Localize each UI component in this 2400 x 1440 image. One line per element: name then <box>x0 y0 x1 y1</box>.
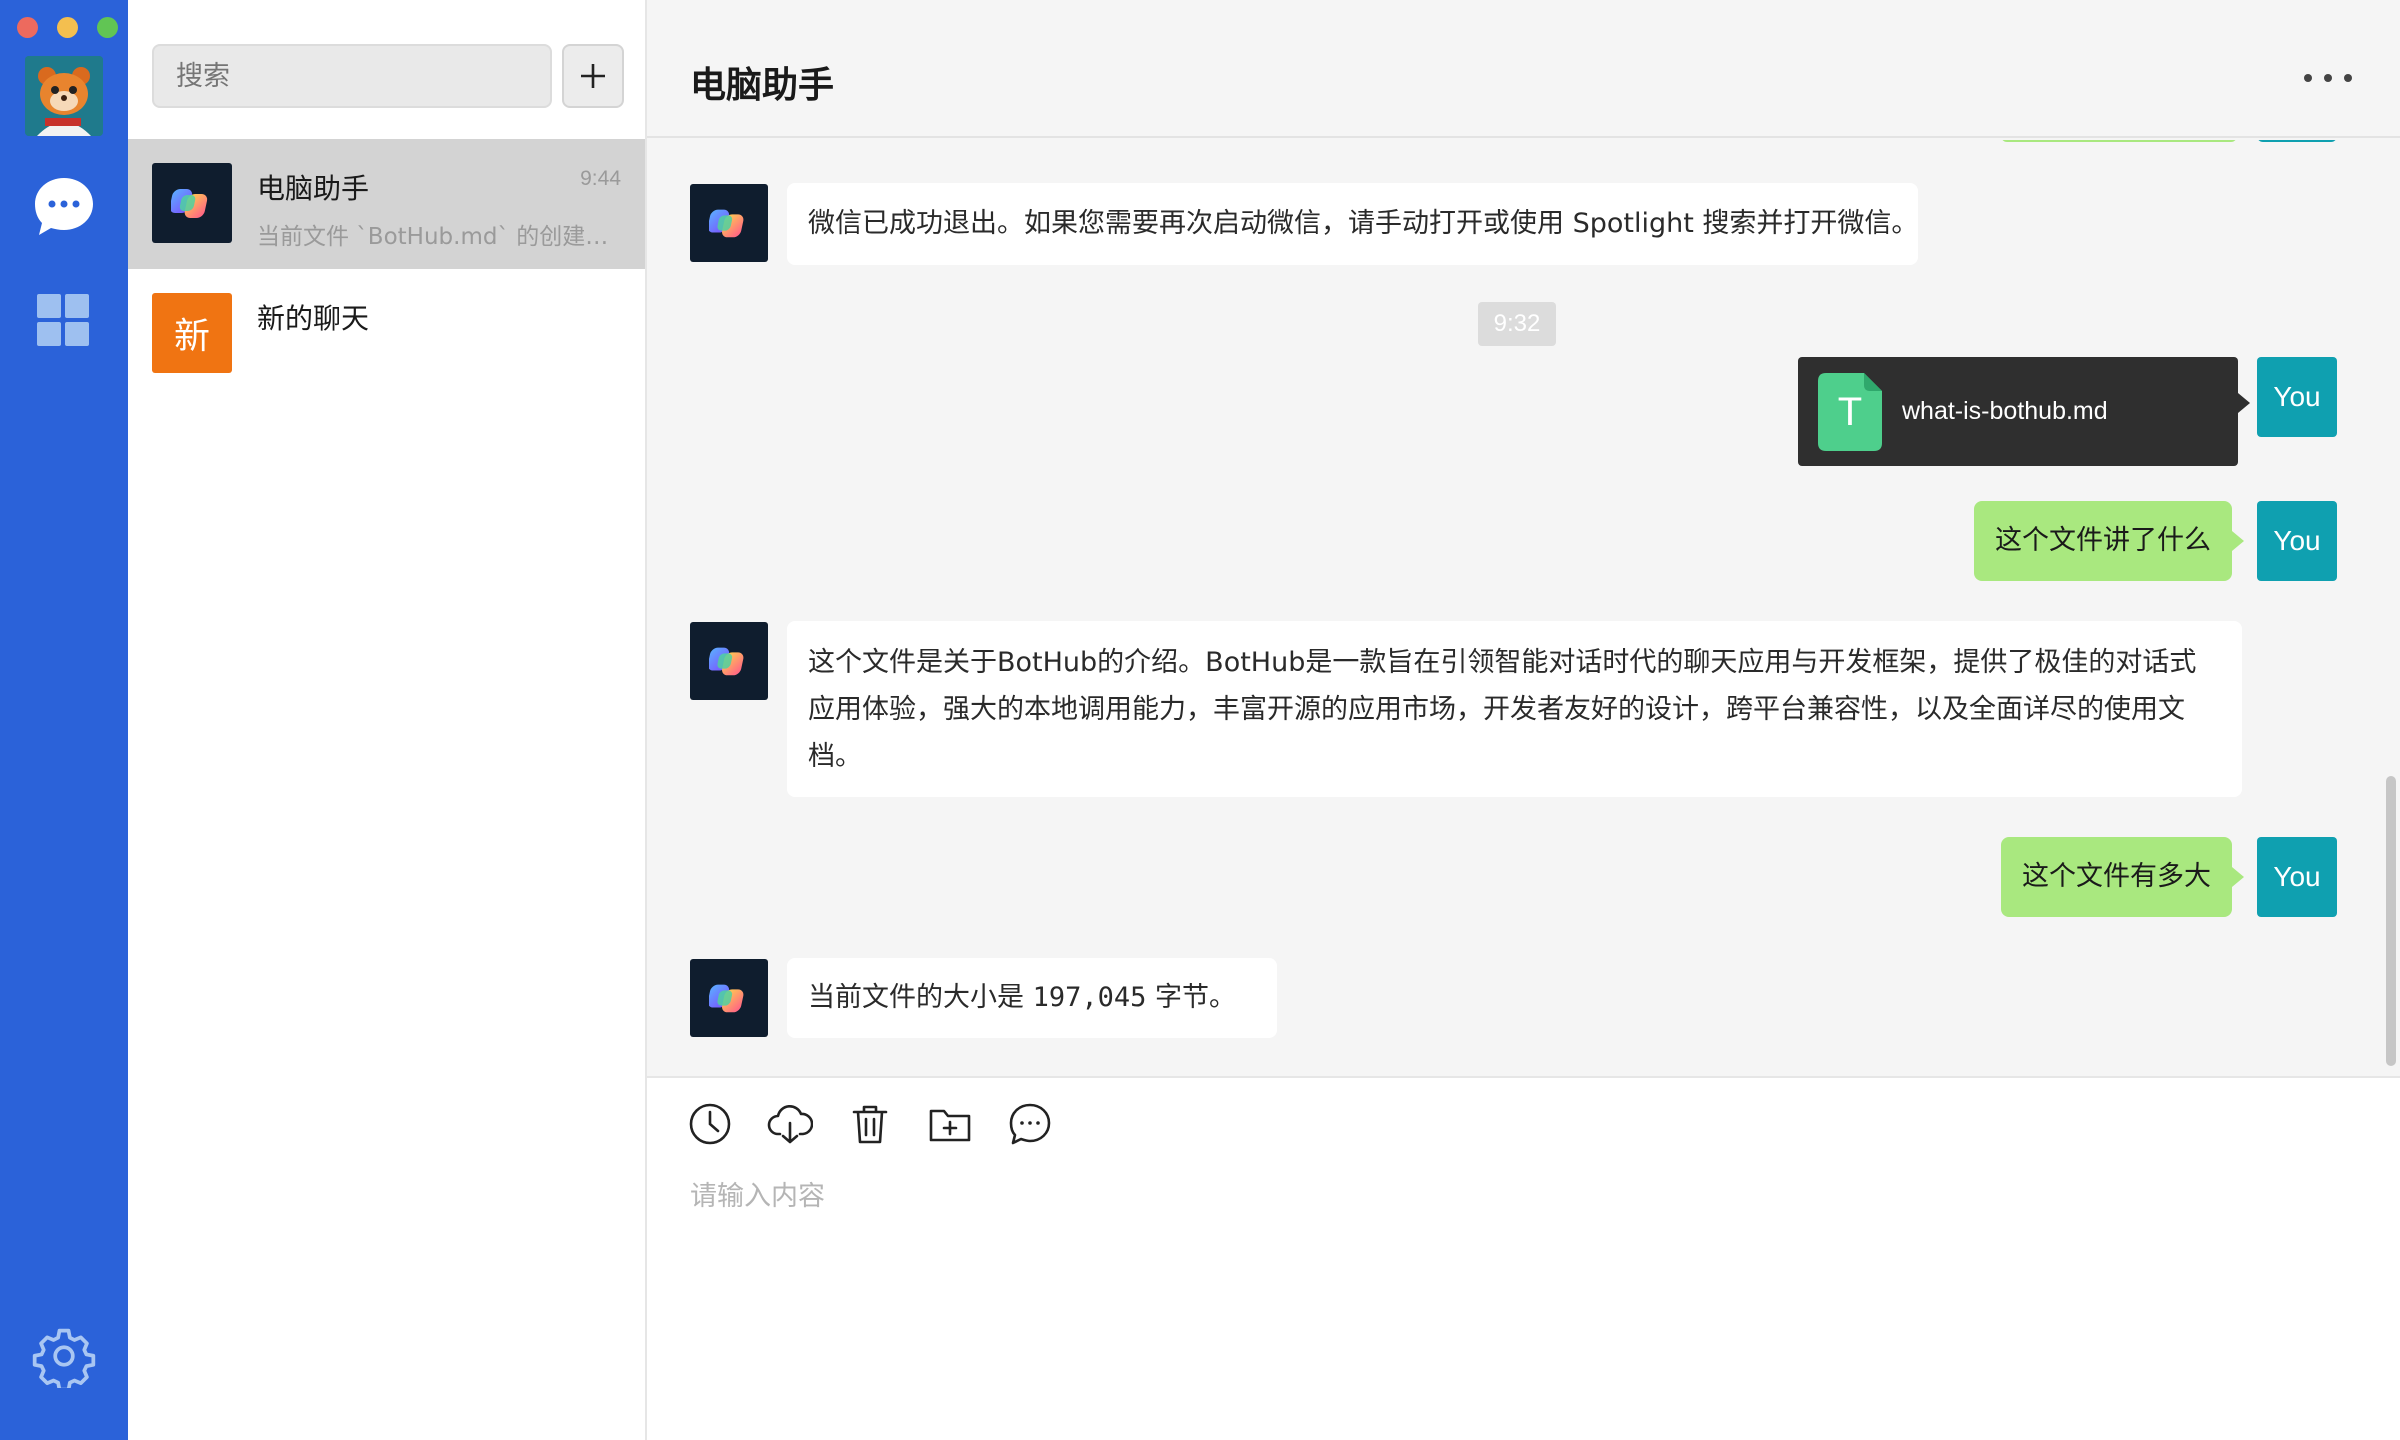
chat-title: 电脑助手 <box>690 65 835 106</box>
chat-bubble-icon[interactable] <box>1007 1101 1053 1147</box>
cloud-download-icon[interactable] <box>767 1101 813 1147</box>
user-message: 这个文件讲了什么 <box>1974 501 2244 581</box>
copilot-logo-icon <box>709 209 744 238</box>
you-avatar: You <box>2257 357 2337 437</box>
bot-message: 微信已成功退出。如果您需要再次启动微信，请手动打开或使用 Spotlight 搜… <box>787 183 1918 265</box>
conversation-item-computer-assistant[interactable]: 电脑助手 9:44 当前文件 `BotHub.md` 的创建… <box>128 139 645 269</box>
more-options-button[interactable] <box>2304 68 2352 88</box>
chat-pane: 电脑助手 微信已成功退出。如果您需要再次启动微信，请手动打开或使用 Spotli… <box>647 0 2400 1440</box>
new-chat-avatar: 新 <box>152 293 232 373</box>
you-avatar: You <box>2257 501 2337 581</box>
search-input[interactable] <box>152 44 552 108</box>
file-letter: T <box>1837 389 1863 434</box>
zoom-window-button[interactable] <box>97 17 118 38</box>
composer <box>647 1076 2400 1440</box>
bot-avatar <box>152 163 232 243</box>
message-text: 字节。 <box>1146 982 1236 1013</box>
bot-message: 这个文件是关于BotHub的介绍。BotHub是一款旨在引领智能对话时代的聊天应… <box>787 621 2242 797</box>
bot-avatar <box>690 959 768 1037</box>
apps-grid-icon[interactable] <box>35 292 91 348</box>
close-window-button[interactable] <box>17 17 38 38</box>
previous-user-bubble <box>2001 140 2237 142</box>
previous-you-avatar <box>2257 140 2337 142</box>
file-attachment-card[interactable]: T what-is-bothub.md <box>1798 357 2250 466</box>
trash-icon[interactable] <box>847 1101 893 1147</box>
message-timestamp: 9:32 <box>1478 302 1556 346</box>
conversation-title: 电脑助手 <box>257 172 370 205</box>
file-name: what-is-bothub.md <box>1902 397 2108 425</box>
more-dot-icon <box>2304 74 2312 82</box>
bot-avatar <box>690 622 768 700</box>
app-window: 电脑助手 9:44 当前文件 `BotHub.md` 的创建… 新 新的聊天 电… <box>0 0 2400 1440</box>
user-message: 这个文件有多大 <box>2001 837 2244 917</box>
conversation-preview: 当前文件 `BotHub.md` 的创建… <box>257 224 609 250</box>
settings-gear-icon[interactable] <box>32 1324 96 1392</box>
chat-header: 电脑助手 <box>647 0 2400 138</box>
plus-icon <box>581 64 605 88</box>
copilot-logo-icon <box>709 984 744 1013</box>
file-size-value: 197,045 <box>1032 982 1147 1013</box>
history-clock-icon[interactable] <box>687 1101 733 1147</box>
more-dot-icon <box>2344 74 2352 82</box>
conversation-item-new-chat[interactable]: 新 新的聊天 <box>128 269 645 399</box>
user-avatar[interactable] <box>25 56 103 136</box>
bot-message: 当前文件的大小是 197,045 字节。 <box>787 958 1277 1038</box>
more-dot-icon <box>2324 74 2332 82</box>
copilot-logo-icon <box>709 647 744 676</box>
add-folder-icon[interactable] <box>927 1101 973 1147</box>
copilot-logo-icon <box>171 189 208 218</box>
conversation-title: 新的聊天 <box>257 302 370 335</box>
message-list[interactable]: 微信已成功退出。如果您需要再次启动微信，请手动打开或使用 Spotlight 搜… <box>647 140 2400 1076</box>
conversation-list: 电脑助手 9:44 当前文件 `BotHub.md` 的创建… 新 新的聊天 <box>128 0 647 1440</box>
new-chat-button[interactable] <box>562 44 624 108</box>
chat-nav-icon[interactable] <box>31 174 97 240</box>
conversation-time: 9:44 <box>580 167 621 190</box>
bot-avatar <box>690 184 768 262</box>
you-avatar: You <box>2257 837 2337 917</box>
left-rail <box>0 0 128 1440</box>
message-input[interactable] <box>690 1174 2350 1414</box>
message-text: 当前文件的大小是 <box>808 982 1033 1013</box>
message-scrollbar[interactable] <box>2386 776 2396 1066</box>
minimize-window-button[interactable] <box>57 17 78 38</box>
